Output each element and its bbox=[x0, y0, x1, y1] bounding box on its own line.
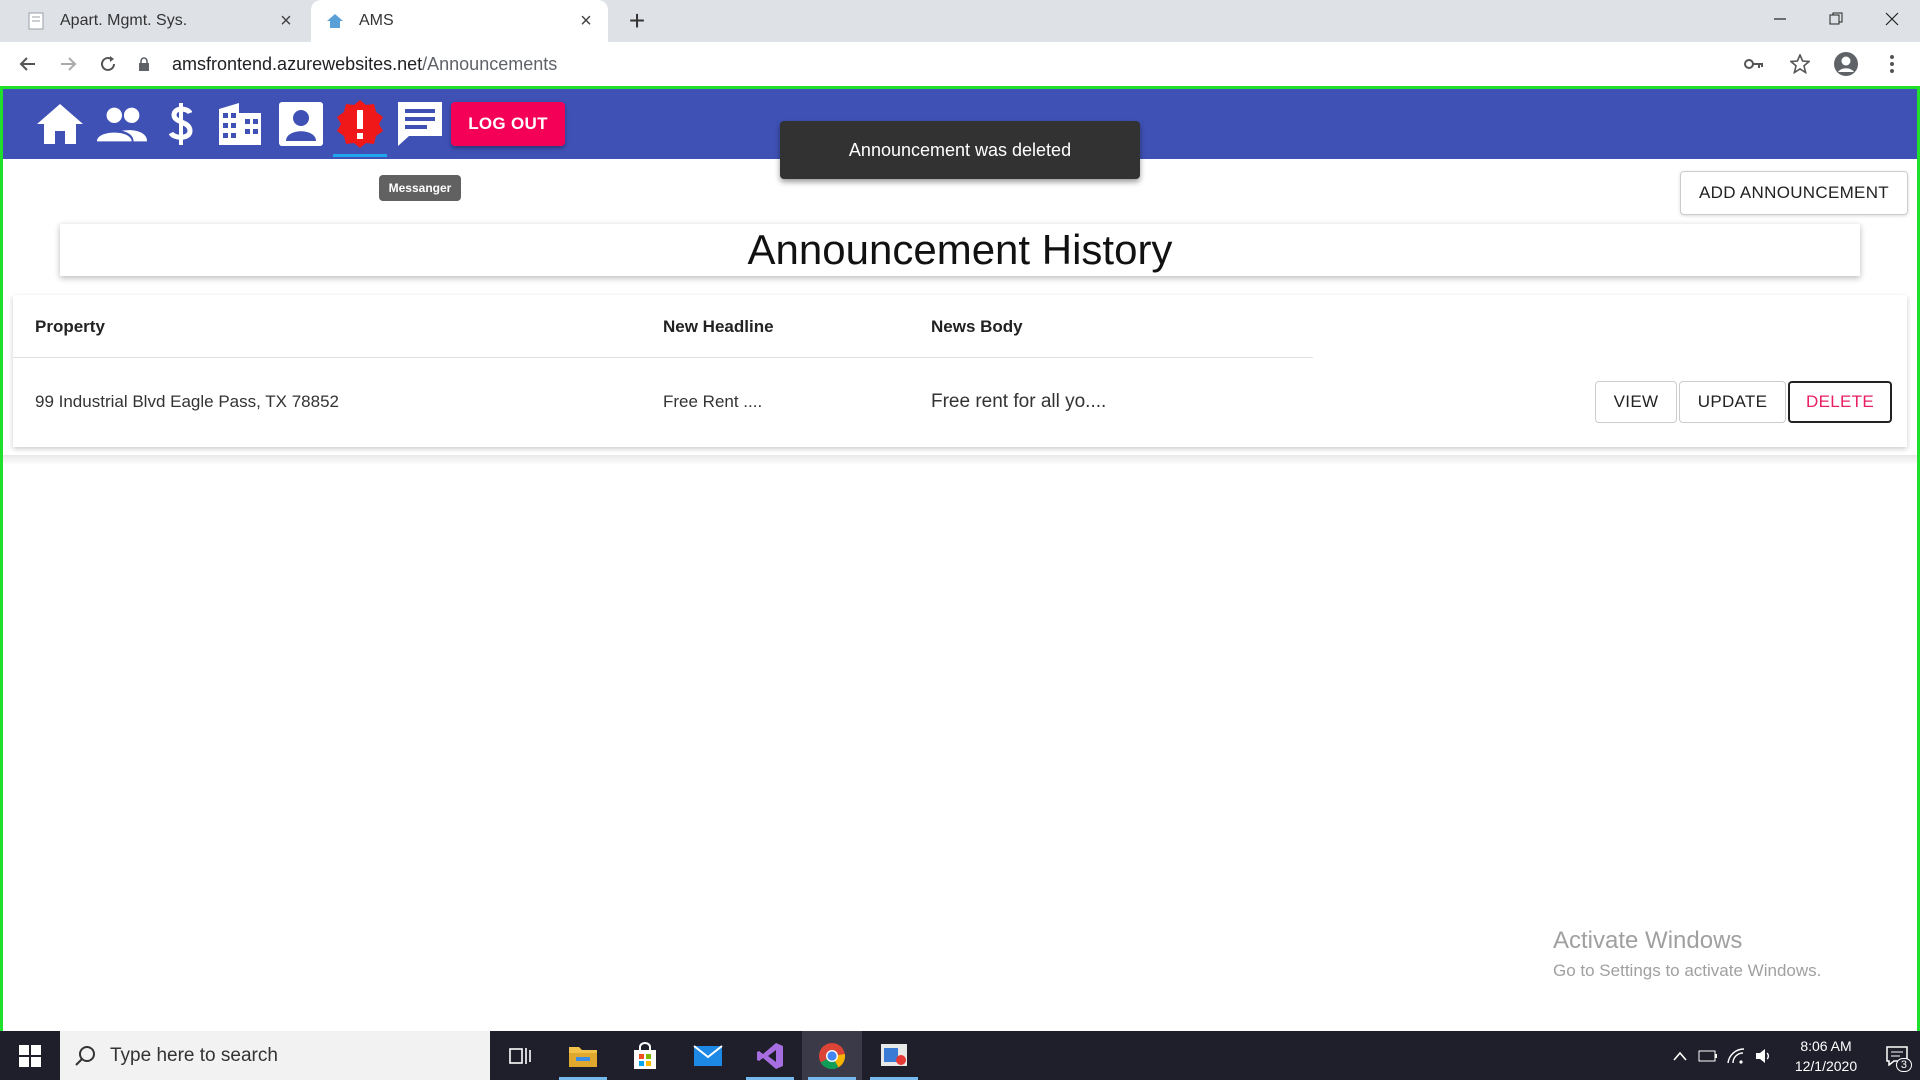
clock-date: 12/1/2020 bbox=[1794, 1057, 1858, 1074]
messenger-icon[interactable] bbox=[393, 97, 447, 151]
table-header: Property New Headline News Body bbox=[13, 295, 1313, 358]
column-header-headline: New Headline bbox=[663, 317, 774, 336]
key-icon[interactable] bbox=[1740, 50, 1768, 78]
snackbar-notification: Announcement was deleted bbox=[780, 121, 1140, 179]
delete-button[interactable]: DELETE bbox=[1788, 381, 1892, 423]
content-shadow bbox=[3, 455, 1917, 465]
contact-icon[interactable] bbox=[274, 97, 328, 151]
watermark-title: Activate Windows bbox=[1553, 927, 1743, 954]
lock-icon bbox=[138, 56, 156, 72]
dollar-icon[interactable] bbox=[154, 97, 208, 151]
volume-icon[interactable] bbox=[1750, 1048, 1778, 1064]
new-tab-button[interactable]: + bbox=[622, 6, 652, 36]
url-path: /Announcements bbox=[422, 53, 558, 74]
add-announcement-button[interactable]: ADD ANNOUNCEMENT bbox=[1680, 171, 1908, 215]
tab-apart-mgmt[interactable]: Apart. Mgmt. Sys. × bbox=[12, 0, 308, 42]
forward-icon[interactable] bbox=[54, 50, 82, 78]
recorder-app-icon[interactable] bbox=[864, 1031, 924, 1080]
page-icon bbox=[26, 11, 46, 31]
file-explorer-icon[interactable] bbox=[553, 1031, 613, 1080]
building-icon[interactable] bbox=[213, 97, 267, 151]
url-field[interactable]: amsfrontend.azurewebsites.net/Announceme… bbox=[138, 52, 557, 76]
update-button[interactable]: UPDATE bbox=[1679, 381, 1786, 423]
home-icon[interactable] bbox=[33, 97, 87, 151]
page-viewport: LOG OUT Messanger Announcement was delet… bbox=[0, 86, 1920, 1034]
clock-time: 8:06 AM bbox=[1800, 1037, 1852, 1054]
battery-icon[interactable] bbox=[1694, 1050, 1722, 1062]
task-view-icon[interactable] bbox=[490, 1031, 550, 1080]
taskbar: Type here to search 8:06 AM 12/1/2020 3 bbox=[0, 1031, 1920, 1080]
close-tab-icon[interactable]: × bbox=[274, 10, 298, 33]
cell-property: 99 Industrial Blvd Eagle Pass, TX 78852 bbox=[35, 392, 339, 411]
browser-tab-strip: Apart. Mgmt. Sys. × AMS × + bbox=[0, 0, 1920, 42]
taskbar-search[interactable]: Type here to search bbox=[60, 1031, 490, 1080]
search-placeholder: Type here to search bbox=[110, 1044, 278, 1066]
star-icon[interactable] bbox=[1786, 50, 1814, 78]
clock[interactable]: 8:06 AM 12/1/2020 bbox=[1778, 1036, 1874, 1076]
alert-icon[interactable] bbox=[333, 97, 387, 157]
announcements-table: Property New Headline News Body 99 Indus… bbox=[13, 295, 1907, 447]
column-header-body: News Body bbox=[931, 317, 1023, 336]
mail-icon[interactable] bbox=[678, 1031, 738, 1080]
tab-label: AMS bbox=[359, 12, 394, 29]
back-icon[interactable] bbox=[14, 50, 42, 78]
logout-button[interactable]: LOG OUT bbox=[451, 102, 565, 146]
cell-body: Free rent for all yo.... bbox=[931, 391, 1107, 412]
chrome-icon[interactable] bbox=[802, 1031, 862, 1080]
window-controls bbox=[1752, 0, 1920, 38]
minimize-icon[interactable] bbox=[1752, 0, 1808, 38]
watermark-subtitle: Go to Settings to activate Windows. bbox=[1553, 961, 1822, 980]
close-window-icon[interactable] bbox=[1864, 0, 1920, 38]
view-button[interactable]: VIEW bbox=[1595, 381, 1677, 423]
messenger-tooltip: Messanger bbox=[379, 175, 461, 201]
activate-windows-watermark: Activate Windows Go to Settings to activ… bbox=[1553, 927, 1821, 981]
restore-icon[interactable] bbox=[1808, 0, 1864, 38]
toolbar-right bbox=[1740, 50, 1906, 78]
store-icon[interactable] bbox=[615, 1031, 675, 1080]
url-host: amsfrontend.azurewebsites.net bbox=[172, 53, 423, 74]
menu-dots-icon[interactable] bbox=[1878, 50, 1906, 78]
search-icon bbox=[60, 1045, 110, 1067]
notification-count-badge: 3 bbox=[1895, 1057, 1912, 1072]
people-icon[interactable] bbox=[95, 97, 149, 151]
wifi-icon[interactable] bbox=[1722, 1047, 1750, 1064]
close-tab-icon[interactable]: × bbox=[574, 10, 598, 33]
profile-icon[interactable] bbox=[1832, 50, 1860, 78]
page-title: Announcement History bbox=[60, 224, 1860, 276]
address-bar: amsfrontend.azurewebsites.net/Announceme… bbox=[0, 42, 1920, 86]
chevron-up-icon[interactable] bbox=[1666, 1051, 1694, 1061]
column-header-property: Property bbox=[35, 317, 105, 336]
home-favicon-icon bbox=[325, 11, 345, 31]
notifications-icon[interactable]: 3 bbox=[1874, 1045, 1920, 1072]
tab-label: Apart. Mgmt. Sys. bbox=[60, 12, 188, 29]
cell-headline: Free Rent .... bbox=[663, 392, 763, 411]
system-tray: 8:06 AM 12/1/2020 3 bbox=[1666, 1031, 1920, 1080]
windows-start-icon[interactable] bbox=[0, 1031, 60, 1080]
reload-icon[interactable] bbox=[94, 50, 122, 78]
tab-ams[interactable]: AMS × bbox=[311, 0, 608, 42]
visual-studio-icon[interactable] bbox=[740, 1031, 800, 1080]
